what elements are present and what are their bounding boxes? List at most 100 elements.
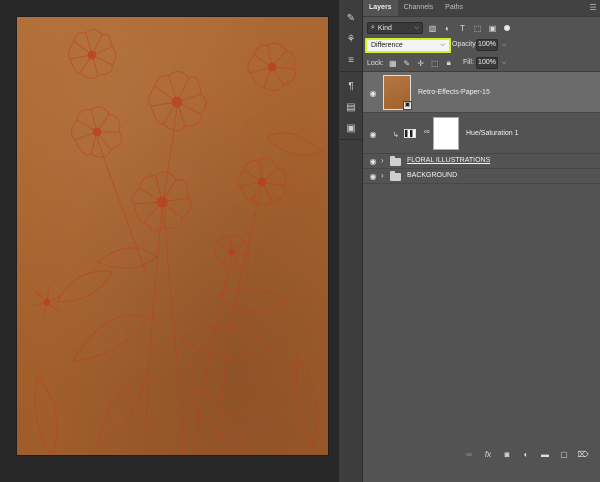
leaf xyxy=(266,132,323,156)
leaf xyxy=(216,287,288,311)
tool-group-bottom: ¶ ▤ ▣ xyxy=(340,76,362,140)
lock-transparent-icon[interactable]: ▦ xyxy=(388,58,398,68)
chevron-down-icon: ⌵ xyxy=(440,42,445,48)
new-group-icon[interactable]: ▬ xyxy=(540,449,550,459)
delete-layer-icon[interactable]: ⌦ xyxy=(577,449,588,459)
flower-head xyxy=(237,157,287,206)
panel-tabs: Layers Channels Paths ☰ xyxy=(363,0,600,17)
layer-name[interactable]: Retro-Effects-Paper-15 xyxy=(418,89,490,96)
notes-icon[interactable]: ▣ xyxy=(340,118,362,139)
adjustment-filter-icon[interactable]: ◐ xyxy=(442,23,453,34)
blend-mode-select[interactable]: Difference ⌵ xyxy=(365,38,451,53)
layer-name[interactable]: Hue/Saturation 1 xyxy=(466,130,519,137)
layers-list: ◉ ▣ Retro-Effects-Paper-15 ◉ ↳ ∞ Hue/Sat… xyxy=(363,71,600,441)
leaf xyxy=(296,355,318,449)
opacity-label: Opacity: xyxy=(452,41,478,48)
panel-bottom-bar: ∞ fx ◙ ◐ ▬ ▢ ⌦ xyxy=(363,446,600,462)
chevron-down-icon: ⌵ xyxy=(414,24,419,31)
filter-row: ⌕ Kind ⌵ ▨ ◐ T ⬚ ▣ xyxy=(363,20,600,36)
eye-icon[interactable]: ◉ xyxy=(368,129,378,139)
history-brush-icon[interactable]: ✎ xyxy=(340,8,362,29)
layer-name[interactable]: FLORAL ILLUSTRATIONS xyxy=(407,157,490,164)
layer-row-smart-object[interactable]: ◉ ▣ Retro-Effects-Paper-15 xyxy=(363,72,600,113)
leaf xyxy=(186,386,248,448)
leaf xyxy=(96,247,158,269)
panel-tool-strip: ✎ ⚘ ≡ ¶ ▤ ▣ xyxy=(338,0,363,482)
lock-label: Lock: xyxy=(367,59,384,67)
canvas-area xyxy=(0,0,338,482)
folder-icon xyxy=(390,171,401,181)
lock-position-icon[interactable]: ✛ xyxy=(416,58,426,68)
tab-layers[interactable]: Layers xyxy=(363,0,398,16)
lock-row: Lock: ▦ ✎ ✛ ⬚ 🔒︎ Fill: 100% ⌵ xyxy=(363,56,600,70)
flower-head xyxy=(214,234,250,270)
leaf xyxy=(181,325,273,358)
stem xyxy=(216,186,263,455)
brush-preset-icon[interactable]: ⚘ xyxy=(340,29,362,50)
chevron-right-icon[interactable]: › xyxy=(381,156,384,165)
flower-head xyxy=(71,106,123,158)
opacity-chevron-icon[interactable]: ⌵ xyxy=(500,39,508,51)
fill-label: Fill: xyxy=(463,59,474,66)
flower-head xyxy=(32,285,62,317)
folder-icon xyxy=(390,156,401,166)
layer-mask-thumbnail[interactable] xyxy=(433,117,459,150)
leaf xyxy=(34,376,58,455)
filter-toggle-icon[interactable] xyxy=(504,25,510,31)
type-filter-icon[interactable]: T xyxy=(457,23,468,34)
shape-filter-icon[interactable]: ⬚ xyxy=(472,23,483,34)
panel-menu-icon[interactable]: ☰ xyxy=(586,0,600,16)
stem xyxy=(96,136,148,278)
flower-head xyxy=(131,171,192,232)
eye-icon[interactable]: ◉ xyxy=(368,156,378,166)
blend-row: Difference ⌵ Opacity: 100% ⌵ xyxy=(363,38,600,54)
stem xyxy=(164,206,186,455)
layer-row-group[interactable]: ◉ › FLORAL ILLUSTRATIONS xyxy=(363,154,600,169)
opacity-input[interactable]: 100% xyxy=(476,39,498,51)
layer-row-adjustment[interactable]: ◉ ↳ ∞ Hue/Saturation 1 xyxy=(363,113,600,154)
link-layers-icon[interactable]: ∞ xyxy=(464,449,474,459)
blend-mode-value: Difference xyxy=(371,42,403,49)
filter-kind-select[interactable]: ⌕ Kind ⌵ xyxy=(367,22,423,34)
hue-saturation-icon xyxy=(404,129,416,138)
tool-group-top: ✎ ⚘ ≡ xyxy=(340,8,362,72)
eye-icon[interactable]: ◉ xyxy=(368,88,378,98)
lock-all-icon[interactable]: 🔒︎ xyxy=(444,58,454,68)
layer-row-group[interactable]: ◉ › BACKGROUND xyxy=(363,169,600,184)
leaf xyxy=(71,314,148,363)
fill-chevron-icon[interactable]: ⌵ xyxy=(500,57,508,69)
flower-head xyxy=(247,42,297,91)
leaf xyxy=(56,270,113,303)
fill-input[interactable]: 100% xyxy=(476,57,498,69)
fx-icon[interactable]: fx xyxy=(483,449,493,459)
new-layer-icon[interactable]: ▢ xyxy=(559,449,569,459)
document-canvas[interactable] xyxy=(17,17,328,455)
smart-object-filter-icon[interactable]: ▣ xyxy=(487,23,498,34)
eye-icon[interactable]: ◉ xyxy=(368,171,378,181)
pixel-filter-icon[interactable]: ▨ xyxy=(427,23,438,34)
adjustment-layer-icon[interactable]: ◐ xyxy=(521,449,531,459)
clipping-arrow-icon: ↳ xyxy=(393,132,399,139)
flower-head xyxy=(148,71,207,131)
leaf xyxy=(96,376,146,448)
stem xyxy=(194,256,233,455)
flower-head xyxy=(68,29,117,79)
chain-link-icon[interactable]: ∞ xyxy=(424,127,430,136)
smart-object-badge-icon: ▣ xyxy=(403,101,412,110)
photoshop-window: ✎ ⚘ ≡ ¶ ▤ ▣ Layers Channels Paths ☰ ⌕ Ki… xyxy=(0,0,600,482)
adjustments-icon[interactable]: ≡ xyxy=(340,50,362,71)
paragraph-icon[interactable]: ¶ xyxy=(340,76,362,97)
layers-panel: Layers Channels Paths ☰ ⌕ Kind ⌵ ▨ ◐ T ⬚… xyxy=(363,0,600,482)
floral-illustration-artwork xyxy=(32,29,323,455)
chevron-right-icon[interactable]: › xyxy=(381,171,384,180)
stem xyxy=(144,206,163,455)
filter-kind-label: Kind xyxy=(377,24,392,32)
search-icon: ⌕ xyxy=(371,24,375,31)
tab-channels[interactable]: Channels xyxy=(398,0,440,16)
lock-image-icon[interactable]: ✎ xyxy=(402,58,412,68)
character-icon[interactable]: ▤ xyxy=(340,97,362,118)
layer-name[interactable]: BACKGROUND xyxy=(407,172,457,179)
lock-artboard-icon[interactable]: ⬚ xyxy=(430,58,440,68)
tab-paths[interactable]: Paths xyxy=(439,0,469,16)
add-mask-icon[interactable]: ◙ xyxy=(502,449,512,459)
